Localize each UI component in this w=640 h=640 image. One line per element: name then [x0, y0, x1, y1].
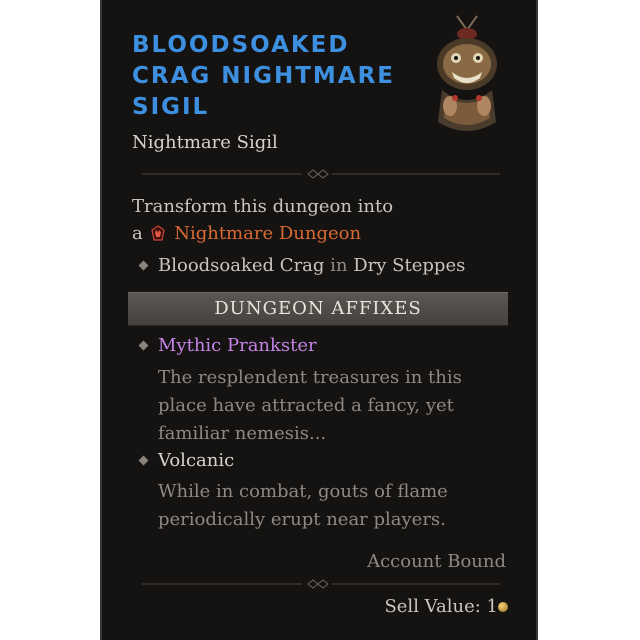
- item-title-line: Bloodsoaked: [132, 32, 350, 58]
- bullet-icon: [138, 455, 149, 466]
- location-region: Dry Steppes: [353, 255, 466, 276]
- section-divider: [142, 579, 500, 589]
- location-connector: in: [330, 255, 348, 276]
- affix-description-line: familiar nemesis...: [158, 423, 327, 444]
- item-title-line: Sigil: [132, 94, 210, 120]
- location-line: Bloodsoaked Crag in Dry Steppes: [158, 255, 465, 276]
- item-title-line: Crag Nightmare: [132, 63, 396, 89]
- affix-description-line: periodically erupt near players.: [158, 509, 446, 530]
- account-bound-label: Account Bound: [367, 551, 506, 572]
- dungeon-affixes-header: DUNGEON AFFIXES: [128, 292, 508, 326]
- item-title: Bloodsoaked Crag Nightmare Sigil: [132, 30, 402, 123]
- sell-value: Sell Value: 1: [384, 596, 498, 617]
- nightmare-sigil-icon: [437, 15, 497, 131]
- description-line: a Nightmare Dungeon: [132, 223, 361, 244]
- affix-name: Mythic Prankster: [158, 335, 317, 356]
- affix-description-line: The resplendent treasures in this: [158, 367, 462, 388]
- nightmare-dungeon-link: Nightmare Dungeon: [174, 223, 362, 244]
- section-divider: [142, 169, 500, 179]
- item-tooltip: Bloodsoaked Crag Nightmare Sigil Nightma…: [100, 0, 538, 640]
- description-prefix: a: [132, 223, 143, 244]
- bullet-icon: [138, 340, 149, 351]
- affix-description-line: place have attracted a fancy, yet: [158, 395, 454, 416]
- bullet-icon: [138, 260, 149, 271]
- affix-name: Volcanic: [158, 450, 235, 471]
- gold-coin-icon: [498, 602, 508, 612]
- item-type: Nightmare Sigil: [132, 132, 278, 153]
- description-line: Transform this dungeon into: [132, 196, 394, 217]
- location-dungeon: Bloodsoaked Crag: [158, 255, 325, 276]
- affix-description-line: While in combat, gouts of flame: [158, 481, 448, 502]
- nightmare-dungeon-icon: [151, 225, 166, 241]
